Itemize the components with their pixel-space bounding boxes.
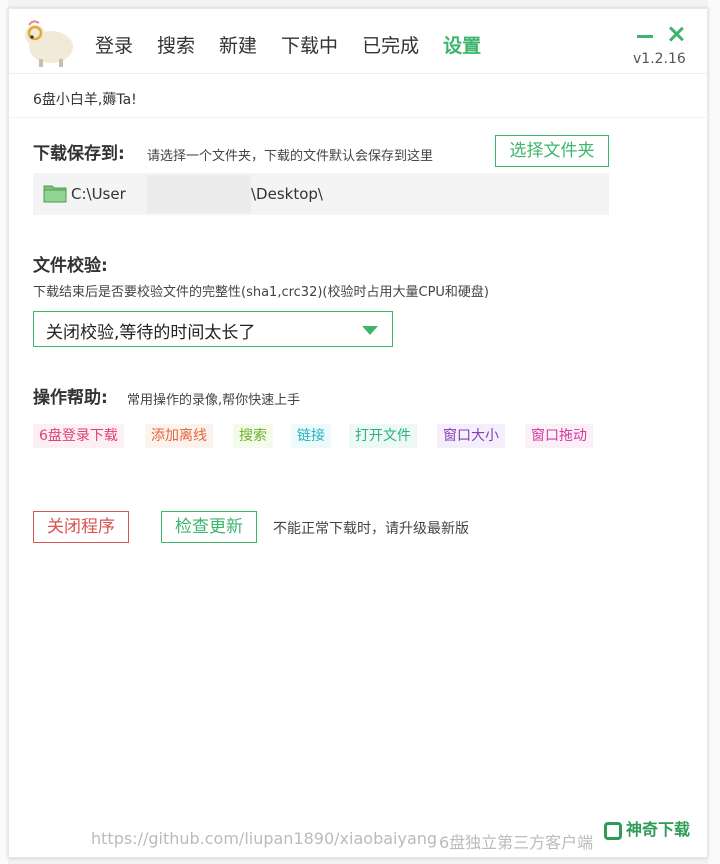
verification-selected-value: 关闭校验,等待的时间太长了 — [46, 323, 256, 343]
help-desc: 常用操作的录像,帮你快速上手 — [127, 393, 301, 408]
site-watermark: 神奇下载 — [604, 816, 690, 844]
chevron-down-icon — [362, 326, 378, 335]
help-tag-add-offline[interactable]: 添加离线 — [145, 424, 213, 448]
help-tag-window-size[interactable]: 窗口大小 — [437, 424, 505, 448]
nav-search[interactable]: 搜索 — [157, 31, 195, 58]
title-bar[interactable]: 登录 搜索 新建 下载中 已完成 设置 v1.2.16 — [9, 9, 707, 74]
download-path-field[interactable]: C:\User \Desktop\ — [33, 173, 609, 215]
github-link[interactable]: https://github.com/liupan1890/xiaobaiyan… — [91, 829, 437, 848]
redacted-username — [147, 175, 251, 213]
sheep-logo-icon — [25, 20, 73, 67]
nav-new[interactable]: 新建 — [219, 31, 257, 58]
help-tag-open-file[interactable]: 打开文件 — [349, 424, 417, 448]
choose-folder-button[interactable]: 选择文件夹 — [495, 135, 609, 167]
watermark-text: 神奇下载 — [626, 820, 691, 839]
background-right-edge — [708, 0, 720, 864]
main-nav: 登录 搜索 新建 下载中 已完成 设置 — [95, 31, 505, 58]
nav-downloading[interactable]: 下载中 — [281, 31, 338, 58]
minimize-icon[interactable] — [637, 35, 653, 38]
verification-select[interactable]: 关闭校验,等待的时间太长了 — [33, 311, 393, 347]
help-tag-search[interactable]: 搜索 — [233, 424, 273, 448]
background-window-strip — [0, 0, 720, 8]
nav-completed[interactable]: 已完成 — [362, 31, 419, 58]
nav-settings[interactable]: 设置 — [443, 31, 481, 58]
check-update-button[interactable]: 检查更新 — [161, 511, 257, 543]
help-tag-window-drag[interactable]: 窗口拖动 — [525, 424, 593, 448]
folder-icon — [43, 185, 67, 203]
watermark-logo-icon — [604, 821, 622, 840]
nav-login[interactable]: 登录 — [95, 31, 133, 58]
download-path-prefix: C:\User — [71, 185, 126, 203]
help-title: 操作帮助: — [33, 388, 108, 408]
app-window: 登录 搜索 新建 下载中 已完成 设置 v1.2.16 6盘小白羊,薅Ta! 下… — [8, 8, 709, 858]
help-tag-link[interactable]: 链接 — [291, 424, 331, 448]
update-hint-text: 不能正常下载时，请升级最新版 — [273, 521, 469, 537]
footer-tagline: 6盘独立第三方客户端 — [439, 833, 594, 852]
version-label: v1.2.16 — [633, 51, 686, 67]
verification-title: 文件校验: — [33, 256, 108, 276]
help-tag-login-download[interactable]: 6盘登录下载 — [33, 424, 124, 448]
verification-desc: 下载结束后是否要校验文件的完整性(sha1,crc32)(校验时占用大量CPU和… — [33, 285, 489, 300]
close-program-button[interactable]: 关闭程序 — [33, 511, 129, 543]
greeting-text: 6盘小白羊,薅Ta! — [33, 92, 137, 108]
divider — [9, 117, 709, 118]
download-path-suffix: \Desktop\ — [251, 185, 323, 203]
background-left-edge — [0, 0, 8, 864]
close-icon[interactable] — [667, 25, 685, 43]
download-location-desc: 请选择一个文件夹，下载的文件默认会保存到这里 — [147, 149, 434, 164]
window-controls — [633, 25, 697, 49]
download-location-title: 下载保存到: — [33, 144, 125, 164]
